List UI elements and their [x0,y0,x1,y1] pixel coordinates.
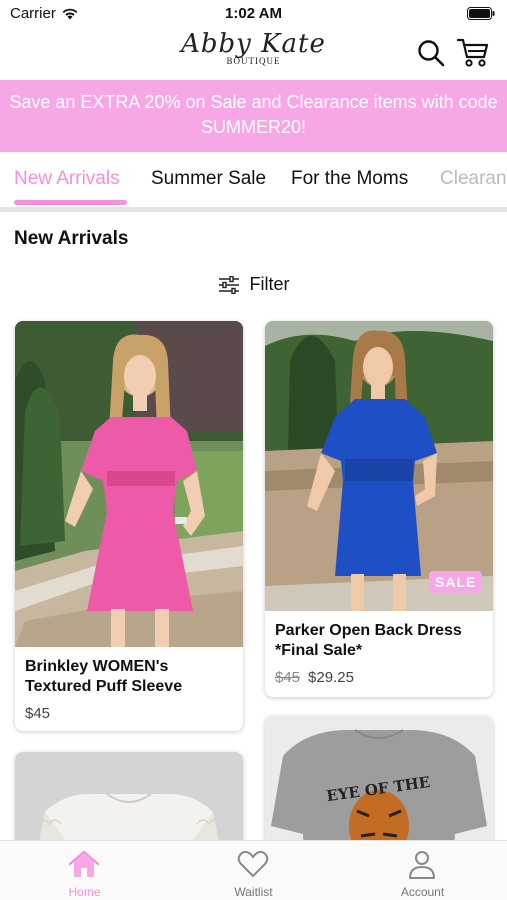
nav-waitlist[interactable]: Waitlist [169,841,338,900]
product-name: Parker Open Back Dress *Final Sale* [275,622,462,659]
filter-sliders-icon [218,275,239,294]
tab-new-arrivals[interactable]: New Arrivals [14,168,120,190]
nav-home-label: Home [68,885,101,899]
status-time: 1:02 AM [225,5,282,22]
nav-account-label: Account [400,885,445,899]
person-icon [409,851,435,879]
price-row: $45 [25,705,50,722]
filter-label: Filter [249,274,290,294]
nav-waitlist-label: Waitlist [234,885,273,899]
price-row: $45 $29.25 [275,669,354,686]
sale-badge: SALE [429,571,483,593]
section-title: New Arrivals [14,228,129,249]
product-price: $29.25 [308,669,354,686]
active-tab-indicator [14,200,127,205]
product-price: $45 [25,705,51,722]
category-tabs: New Arrivals Summer Sale For the Moms Cl… [0,152,507,207]
tab-for-the-moms[interactable]: For the Moms [291,168,408,190]
promo-text: Save an EXTRA 20% on Sale and Clearance … [9,92,498,137]
product-card[interactable]: SALE Parker Open Back Dress *Final Sale*… [265,321,493,697]
nav-account[interactable]: Account [338,841,507,900]
battery-icon [467,7,495,20]
home-icon [68,850,100,877]
heart-icon [237,850,269,878]
cart-icon[interactable] [456,36,490,68]
promo-banner[interactable]: Save an EXTRA 20% on Sale and Clearance … [0,80,507,152]
product-name: Brinkley WOMEN's Textured Puff Sleeve [25,658,183,695]
tabs-divider [0,207,507,212]
bottom-nav: Home Waitlist Account [0,840,507,900]
product-original-price: $45 [275,669,301,686]
tab-summer-sale[interactable]: Summer Sale [151,168,266,190]
tab-clearance[interactable]: Clearance [440,168,507,190]
app-header: Abby Kate BOUTIQUE [0,28,507,80]
status-bar: Carrier 1:02 AM [0,0,507,28]
nav-home[interactable]: Home [0,841,169,900]
product-image [265,321,493,611]
search-icon[interactable] [416,38,446,68]
filter-button[interactable]: Filter [0,274,507,295]
product-image [15,321,243,647]
product-card[interactable]: Brinkley WOMEN's Textured Puff Sleeve $4… [15,321,243,731]
